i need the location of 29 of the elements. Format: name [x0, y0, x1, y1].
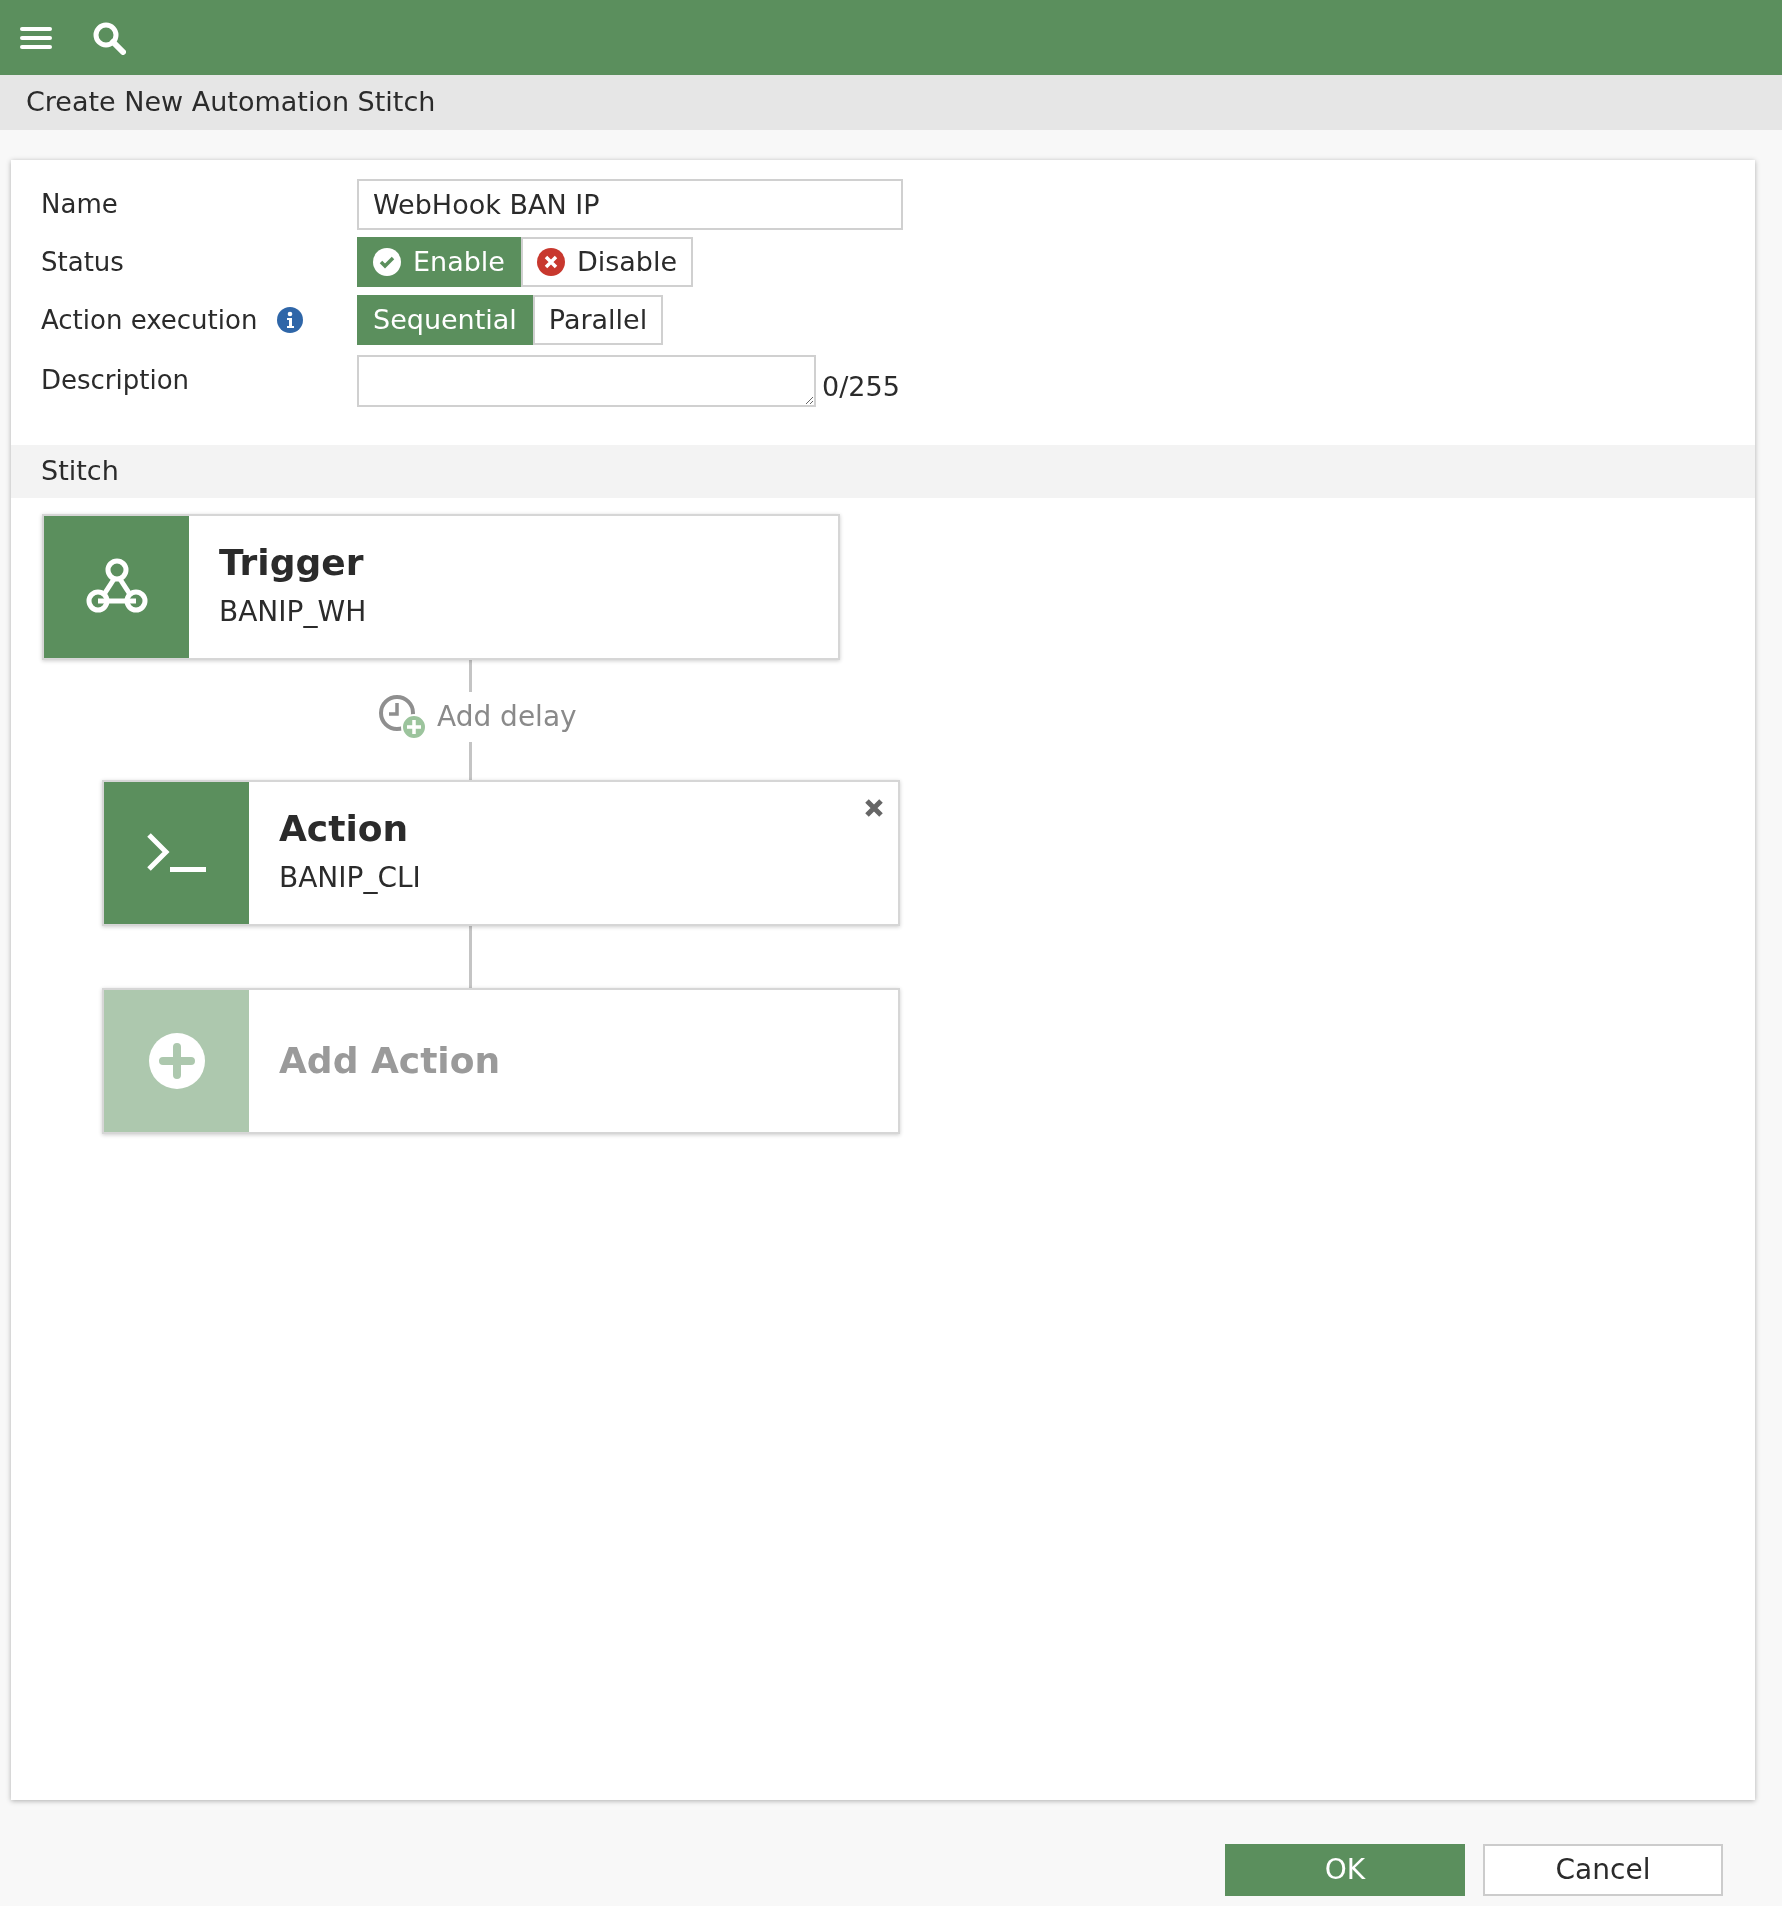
- terminal-icon: [145, 831, 208, 875]
- description-field[interactable]: [357, 355, 816, 407]
- cancel-button[interactable]: Cancel: [1483, 1844, 1723, 1896]
- toggle-option[interactable]: Disable: [520, 237, 694, 287]
- close-icon[interactable]: [864, 798, 884, 818]
- info-icon[interactable]: [277, 307, 304, 333]
- page-title: Create New Automation Stitch: [26, 85, 436, 120]
- add-action-card[interactable]: Add Action: [102, 988, 900, 1134]
- error-icon: [536, 248, 565, 276]
- name-field[interactable]: WebHook BAN IP: [357, 178, 903, 230]
- node-title: Trigger: [219, 541, 365, 585]
- toggle-option[interactable]: Enable: [357, 237, 521, 287]
- field-label: Name: [41, 187, 118, 221]
- menu-icon[interactable]: [20, 24, 52, 51]
- ok-button[interactable]: OK: [1225, 1844, 1465, 1896]
- node-title: Add Action: [279, 1039, 501, 1083]
- character-counter: 0/255: [822, 369, 900, 404]
- field-label: Description: [41, 364, 190, 397]
- section-title: Stitch: [41, 454, 119, 489]
- field-label: Status: [41, 245, 124, 279]
- node-title: Action: [279, 807, 410, 851]
- check-icon: [373, 248, 401, 276]
- search-icon[interactable]: [92, 20, 126, 55]
- field-label: Action execution: [41, 303, 258, 337]
- toggle-option[interactable]: Sequential: [357, 295, 533, 345]
- node-name: BANIP_CLI: [279, 859, 421, 896]
- toggle-option[interactable]: Parallel: [532, 295, 664, 345]
- add-delay-link[interactable]: Add delay: [437, 696, 577, 738]
- node-name: BANIP_WH: [219, 593, 367, 630]
